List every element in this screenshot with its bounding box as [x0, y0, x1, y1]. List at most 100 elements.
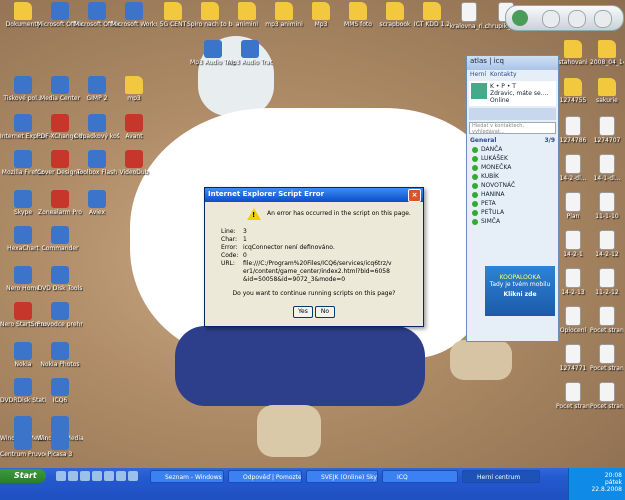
desktop-icon[interactable]: Pocet strany: [590, 344, 624, 372]
desktop-icon[interactable]: 11-2-12: [590, 268, 624, 296]
contact-item[interactable]: KUBÍK: [467, 172, 558, 181]
desktop-icon[interactable]: [68, 471, 78, 481]
start-button[interactable]: Start: [0, 469, 46, 483]
desktop-icon[interactable]: Commander: [37, 226, 83, 252]
desktop-icon[interactable]: 14-2-1: [556, 230, 590, 258]
application-icon: [14, 432, 32, 450]
desktop-icon[interactable]: DVD Disk Tools: [37, 266, 83, 292]
taskbar-button[interactable]: Seznam - Windows In...: [150, 470, 224, 483]
desktop-icon-label: VideoDub: [119, 169, 149, 176]
desktop-icon-label: 14-2-13: [561, 289, 585, 296]
yes-button[interactable]: Yes: [293, 306, 313, 318]
search-input[interactable]: Hledat v kontaktech, vyhledávat...: [469, 122, 556, 135]
desktop-icon-label: 11-1-10: [595, 213, 619, 220]
icq-status[interactable]: Online: [490, 97, 548, 104]
warning-icon-mark: !: [252, 211, 256, 219]
desktop-icon[interactable]: Nokia Photos: [37, 342, 83, 368]
desktop-icon[interactable]: mp3: [111, 76, 157, 102]
desktop-icon[interactable]: Aviex: [74, 190, 120, 216]
desktop-icon[interactable]: 1274707: [590, 116, 624, 144]
media-icon[interactable]: [92, 471, 102, 481]
taskbar-button[interactable]: SVEJK (Online) Skype...: [306, 470, 378, 483]
contact-item[interactable]: MONEČKA: [467, 163, 558, 172]
icq-window[interactable]: atlas | icq Herní Kontakty K • P • T Zdr…: [466, 55, 559, 342]
desktop-icon[interactable]: Picasa 3: [37, 432, 83, 458]
desktop-icon[interactable]: Avant: [111, 114, 157, 140]
desktop-icon-label: Pocet strany: [590, 403, 624, 410]
dialog-message: An error has occurred in the script on t…: [267, 210, 411, 217]
desktop-icon[interactable]: Mp3 Audio Track: [227, 40, 273, 66]
contact-item[interactable]: PETA: [467, 199, 558, 208]
contact-item[interactable]: DANČA: [467, 145, 558, 154]
desktop-icon[interactable]: sakurie: [590, 78, 624, 104]
desktop-icon[interactable]: VideoDub: [111, 150, 157, 176]
desktop-icon[interactable]: 1274771: [556, 344, 590, 372]
desktop-icon[interactable]: 1274755: [556, 78, 590, 104]
desktop-icon[interactable]: 2008_04_14: [590, 40, 624, 66]
dialog-titlebar[interactable]: Internet Explorer Script Error ×: [205, 188, 423, 202]
desktop-icon[interactable]: 11-1-10: [590, 192, 624, 220]
firefox-icon[interactable]: [104, 471, 114, 481]
contact-item[interactable]: NOVOTNÁČ: [467, 181, 558, 190]
document-icon: [565, 154, 581, 174]
system-tray[interactable]: 20:08 pátek 22.8.2008: [568, 468, 625, 500]
folder-icon: [275, 2, 293, 20]
application-icon: [14, 150, 32, 168]
error-detail-value: file:///C:/Program%20Files/ICQ6/services…: [243, 260, 392, 283]
folder-icon: [386, 2, 404, 20]
close-icon[interactable]: ×: [408, 189, 421, 202]
desktop-icon-label: Plan: [566, 213, 580, 220]
contact-group[interactable]: General 3/9: [467, 136, 558, 145]
application-icon: [51, 378, 69, 396]
icq-toolbar[interactable]: [469, 108, 556, 120]
desktop-icon[interactable]: 14-2-dl...: [556, 154, 590, 182]
desktop-icon[interactable]: Pocet strany: [590, 306, 624, 334]
document-icon: [461, 2, 477, 22]
system-widget[interactable]: [505, 5, 624, 31]
desktop-icon[interactable]: Pocet strany 2: [556, 382, 590, 410]
application-icon: [51, 150, 69, 168]
taskbar-button[interactable]: Herní centrum: [462, 470, 540, 483]
document-icon: [599, 268, 615, 288]
chart-icon[interactable]: [568, 10, 586, 28]
tools-icon[interactable]: [594, 10, 612, 28]
desktop-icon[interactable]: 14-1-dl...: [590, 154, 624, 182]
contact-item[interactable]: SIMČA: [467, 217, 558, 226]
group-count: 3/9: [544, 137, 555, 144]
desktop-icon[interactable]: 14-2-12: [590, 230, 624, 258]
desktop-icon[interactable]: Oplocení: [556, 306, 590, 334]
application-icon: [51, 190, 69, 208]
ie-icon[interactable]: [56, 471, 66, 481]
folder-icon: [349, 2, 367, 20]
contact-item[interactable]: PEŤULA: [467, 208, 558, 217]
icq-advert[interactable]: KOOPALOOKA Tady je tvém mobilu Klikni zd…: [485, 266, 555, 316]
icq-status-message[interactable]: Zdravic, máte se....: [490, 90, 548, 97]
skype-icon[interactable]: [116, 471, 126, 481]
outlook-icon[interactable]: [80, 471, 90, 481]
desktop-icon-label: Aviex: [88, 209, 106, 216]
contact-item[interactable]: LUKÁŠEK: [467, 154, 558, 163]
contact-item[interactable]: HANINA: [467, 190, 558, 199]
icq-icon[interactable]: [128, 471, 138, 481]
desktop-icon[interactable]: Plan: [556, 192, 590, 220]
desktop-icon[interactable]: 14-2-13: [556, 268, 590, 296]
desktop-icon[interactable]: 1274786: [556, 116, 590, 144]
avatar[interactable]: [471, 83, 487, 99]
icq-profile[interactable]: K • P • T Zdravic, máte se.... Online: [469, 81, 556, 106]
desktop-icon[interactable]: Pocet strany: [590, 382, 624, 410]
desktop-icon[interactable]: stahovani: [556, 40, 590, 66]
error-detail-key: Char:: [221, 236, 238, 243]
tab-kontakty[interactable]: Kontakty: [490, 71, 517, 78]
ad-button[interactable]: Klikni zde: [485, 291, 555, 298]
no-button[interactable]: No: [315, 306, 335, 318]
script-error-dialog[interactable]: Internet Explorer Script Error × ! An er…: [204, 187, 424, 327]
taskbar-button[interactable]: ICQ: [382, 470, 458, 483]
tab-herni[interactable]: Herní: [470, 71, 486, 78]
taskbar-button[interactable]: Odpověď | Pomozte n...: [228, 470, 302, 483]
desktop-icon[interactable]: Pruvodce prehravani: [37, 302, 83, 328]
gear-icon[interactable]: [542, 10, 560, 28]
application-icon: [14, 190, 32, 208]
desktop-icon[interactable]: ICQ6: [37, 378, 83, 404]
desktop-icon-label: Picasa 3: [47, 451, 73, 458]
back-icon[interactable]: [512, 10, 528, 26]
